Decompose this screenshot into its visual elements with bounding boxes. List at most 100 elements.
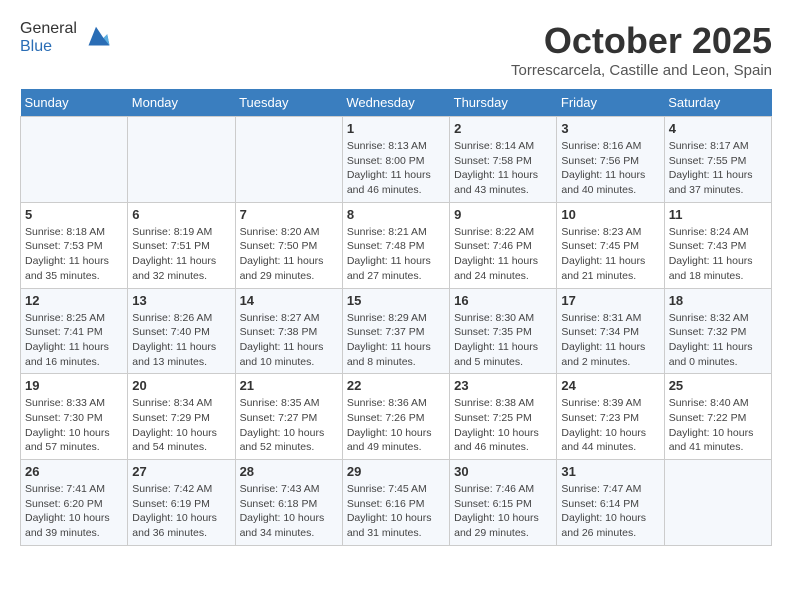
day-number: 23 (454, 378, 552, 393)
day-content: Sunrise: 8:35 AM Sunset: 7:27 PM Dayligh… (240, 396, 338, 455)
calendar-cell: 15 Sunrise: 8:29 AM Sunset: 7:37 PM Dayli… (342, 288, 449, 374)
day-number: 4 (669, 121, 767, 136)
calendar-cell: 2 Sunrise: 8:14 AM Sunset: 7:58 PM Daylig… (450, 117, 557, 203)
day-content: Sunrise: 8:33 AM Sunset: 7:30 PM Dayligh… (25, 396, 123, 455)
day-content: Sunrise: 7:45 AM Sunset: 6:16 PM Dayligh… (347, 482, 445, 541)
calendar-cell: 21 Sunrise: 8:35 AM Sunset: 7:27 PM Dayli… (235, 374, 342, 460)
day-content: Sunrise: 8:14 AM Sunset: 7:58 PM Dayligh… (454, 139, 552, 198)
day-content: Sunrise: 8:24 AM Sunset: 7:43 PM Dayligh… (669, 225, 767, 284)
calendar-cell: 30 Sunrise: 7:46 AM Sunset: 6:15 PM Dayli… (450, 460, 557, 546)
day-number: 2 (454, 121, 552, 136)
day-number: 21 (240, 378, 338, 393)
day-number: 7 (240, 207, 338, 222)
calendar-cell: 19 Sunrise: 8:33 AM Sunset: 7:30 PM Dayli… (21, 374, 128, 460)
calendar-cell: 5 Sunrise: 8:18 AM Sunset: 7:53 PM Daylig… (21, 202, 128, 288)
day-number: 19 (25, 378, 123, 393)
day-number: 13 (132, 293, 230, 308)
calendar-cell: 17Sunrise: 8:31 AM Sunset: 7:34 PM Dayli… (557, 288, 664, 374)
day-content: Sunrise: 8:32 AM Sunset: 7:32 PM Dayligh… (669, 311, 767, 370)
calendar-cell (664, 460, 771, 546)
day-number: 6 (132, 207, 230, 222)
day-content: Sunrise: 8:21 AM Sunset: 7:48 PM Dayligh… (347, 225, 445, 284)
day-number: 9 (454, 207, 552, 222)
logo-blue: Blue (20, 38, 52, 55)
calendar-cell: 11 Sunrise: 8:24 AM Sunset: 7:43 PM Dayli… (664, 202, 771, 288)
calendar-cell: 7 Sunrise: 8:20 AM Sunset: 7:50 PM Daylig… (235, 202, 342, 288)
calendar-cell: 13 Sunrise: 8:26 AM Sunset: 7:40 PM Dayli… (128, 288, 235, 374)
title-block: October 2025 Torrescarcela, Castille and… (511, 20, 772, 79)
logo-general: General (20, 20, 77, 37)
day-number: 10 (561, 207, 659, 222)
day-content: Sunrise: 8:30 AM Sunset: 7:35 PM Dayligh… (454, 311, 552, 370)
calendar-cell: 27Sunrise: 7:42 AM Sunset: 6:19 PM Dayli… (128, 460, 235, 546)
day-number: 8 (347, 207, 445, 222)
col-header-saturday: Saturday (664, 89, 771, 117)
day-content: Sunrise: 7:46 AM Sunset: 6:15 PM Dayligh… (454, 482, 552, 541)
day-content: Sunrise: 8:36 AM Sunset: 7:26 PM Dayligh… (347, 396, 445, 455)
day-content: Sunrise: 8:20 AM Sunset: 7:50 PM Dayligh… (240, 225, 338, 284)
day-number: 28 (240, 464, 338, 479)
day-number: 16 (454, 293, 552, 308)
calendar-cell: 12Sunrise: 8:25 AM Sunset: 7:41 PM Dayli… (21, 288, 128, 374)
calendar-cell: 6 Sunrise: 8:19 AM Sunset: 7:51 PM Daylig… (128, 202, 235, 288)
calendar-cell: 26Sunrise: 7:41 AM Sunset: 6:20 PM Dayli… (21, 460, 128, 546)
calendar-cell: 24 Sunrise: 8:39 AM Sunset: 7:23 PM Dayli… (557, 374, 664, 460)
col-header-sunday: Sunday (21, 89, 128, 117)
day-content: Sunrise: 8:38 AM Sunset: 7:25 PM Dayligh… (454, 396, 552, 455)
calendar-cell: 9 Sunrise: 8:22 AM Sunset: 7:46 PM Daylig… (450, 202, 557, 288)
calendar-cell: 3 Sunrise: 8:16 AM Sunset: 7:56 PM Daylig… (557, 117, 664, 203)
calendar-cell: 22 Sunrise: 8:36 AM Sunset: 7:26 PM Dayli… (342, 374, 449, 460)
calendar-cell: 18 Sunrise: 8:32 AM Sunset: 7:32 PM Dayli… (664, 288, 771, 374)
day-content: Sunrise: 8:29 AM Sunset: 7:37 PM Dayligh… (347, 311, 445, 370)
calendar-cell: 1 Sunrise: 8:13 AM Sunset: 8:00 PM Daylig… (342, 117, 449, 203)
day-number: 18 (669, 293, 767, 308)
calendar-cell: 4 Sunrise: 8:17 AM Sunset: 7:55 PM Daylig… (664, 117, 771, 203)
day-content: Sunrise: 8:25 AM Sunset: 7:41 PM Dayligh… (25, 311, 123, 370)
calendar-cell: 23 Sunrise: 8:38 AM Sunset: 7:25 PM Dayli… (450, 374, 557, 460)
page-header: General Blue October 2025 Torrescarcela,… (20, 20, 772, 79)
day-number: 31 (561, 464, 659, 479)
day-number: 24 (561, 378, 659, 393)
day-content: Sunrise: 8:19 AM Sunset: 7:51 PM Dayligh… (132, 225, 230, 284)
day-number: 27 (132, 464, 230, 479)
day-number: 5 (25, 207, 123, 222)
day-content: Sunrise: 8:22 AM Sunset: 7:46 PM Dayligh… (454, 225, 552, 284)
day-content: Sunrise: 8:26 AM Sunset: 7:40 PM Dayligh… (132, 311, 230, 370)
calendar-cell: 31 Sunrise: 7:47 AM Sunset: 6:14 PM Dayli… (557, 460, 664, 546)
day-content: Sunrise: 7:47 AM Sunset: 6:14 PM Dayligh… (561, 482, 659, 541)
location-subtitle: Torrescarcela, Castille and Leon, Spain (511, 62, 772, 79)
calendar-cell (128, 117, 235, 203)
day-number: 3 (561, 121, 659, 136)
day-content: Sunrise: 8:40 AM Sunset: 7:22 PM Dayligh… (669, 396, 767, 455)
day-number: 30 (454, 464, 552, 479)
day-number: 15 (347, 293, 445, 308)
day-number: 25 (669, 378, 767, 393)
day-content: Sunrise: 8:23 AM Sunset: 7:45 PM Dayligh… (561, 225, 659, 284)
calendar-cell: 10 Sunrise: 8:23 AM Sunset: 7:45 PM Dayli… (557, 202, 664, 288)
day-number: 20 (132, 378, 230, 393)
day-content: Sunrise: 7:43 AM Sunset: 6:18 PM Dayligh… (240, 482, 338, 541)
calendar-cell: 14 Sunrise: 8:27 AM Sunset: 7:38 PM Dayli… (235, 288, 342, 374)
calendar-cell: 28 Sunrise: 7:43 AM Sunset: 6:18 PM Dayli… (235, 460, 342, 546)
day-content: Sunrise: 8:27 AM Sunset: 7:38 PM Dayligh… (240, 311, 338, 370)
calendar-cell (21, 117, 128, 203)
calendar-cell: 8 Sunrise: 8:21 AM Sunset: 7:48 PM Daylig… (342, 202, 449, 288)
day-number: 29 (347, 464, 445, 479)
calendar-cell (235, 117, 342, 203)
calendar-cell: 20 Sunrise: 8:34 AM Sunset: 7:29 PM Dayli… (128, 374, 235, 460)
calendar-table: SundayMondayTuesdayWednesdayThursdayFrid… (20, 89, 772, 546)
day-number: 17 (561, 293, 659, 308)
day-content: Sunrise: 8:16 AM Sunset: 7:56 PM Dayligh… (561, 139, 659, 198)
logo-icon (81, 23, 111, 53)
day-content: Sunrise: 8:13 AM Sunset: 8:00 PM Dayligh… (347, 139, 445, 198)
day-number: 22 (347, 378, 445, 393)
day-number: 11 (669, 207, 767, 222)
day-content: Sunrise: 8:34 AM Sunset: 7:29 PM Dayligh… (132, 396, 230, 455)
day-content: Sunrise: 8:18 AM Sunset: 7:53 PM Dayligh… (25, 225, 123, 284)
col-header-wednesday: Wednesday (342, 89, 449, 117)
day-content: Sunrise: 8:17 AM Sunset: 7:55 PM Dayligh… (669, 139, 767, 198)
day-number: 1 (347, 121, 445, 136)
day-number: 14 (240, 293, 338, 308)
col-header-thursday: Thursday (450, 89, 557, 117)
day-content: Sunrise: 8:39 AM Sunset: 7:23 PM Dayligh… (561, 396, 659, 455)
